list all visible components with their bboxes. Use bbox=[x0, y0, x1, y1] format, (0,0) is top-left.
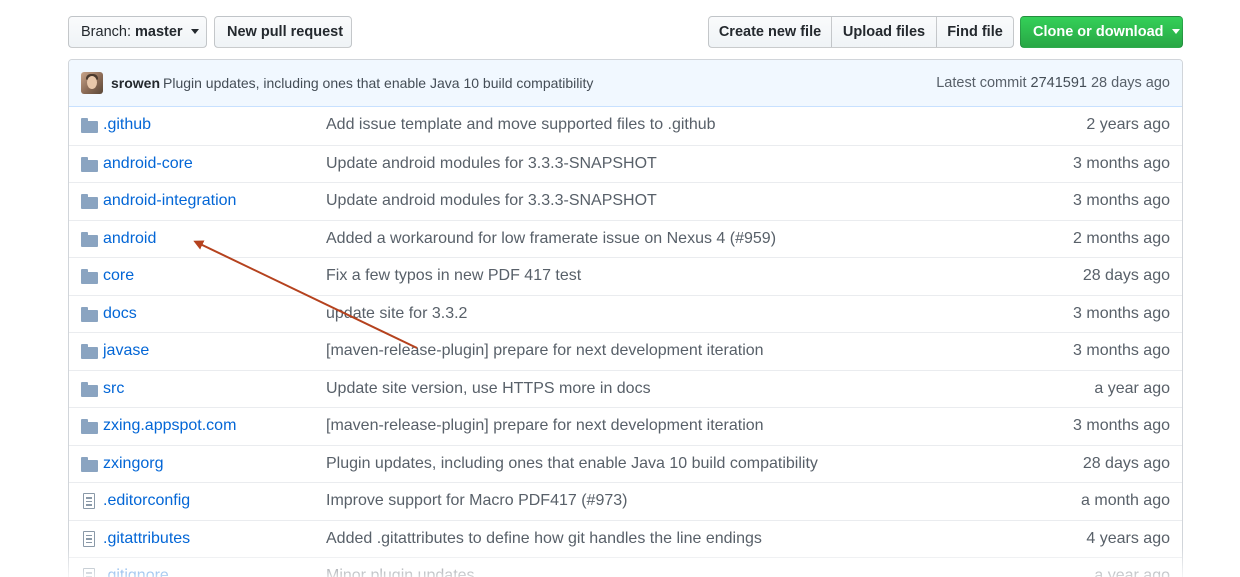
avatar[interactable] bbox=[81, 72, 103, 94]
find-file-button[interactable]: Find file bbox=[936, 16, 1014, 48]
commit-age: 28 days ago bbox=[1082, 454, 1170, 472]
folder-icon bbox=[81, 418, 98, 434]
file-row[interactable]: src Update site version, use HTTPS more i… bbox=[69, 369, 1182, 408]
bottom-fade bbox=[0, 547, 1240, 577]
new-pull-request-button[interactable]: New pull request bbox=[214, 16, 352, 48]
folder-icon bbox=[81, 156, 98, 172]
caret-down-icon bbox=[190, 28, 199, 34]
folder-icon bbox=[81, 268, 98, 284]
commit-message-link[interactable]: Added .gitattributes to define how git h… bbox=[326, 530, 762, 548]
folder-icon bbox=[81, 381, 98, 397]
commit-message-link[interactable]: Add issue template and move supported fi… bbox=[326, 116, 716, 134]
folder-icon bbox=[81, 456, 98, 472]
commit-message-link[interactable]: Update android modules for 3.3.3-SNAPSHO… bbox=[326, 192, 657, 210]
file-icon bbox=[81, 530, 98, 547]
file-row[interactable]: android Added a workaround for low framer… bbox=[69, 219, 1182, 258]
file-name-link[interactable]: docs bbox=[103, 305, 137, 323]
commit-age: 3 months ago bbox=[1073, 342, 1170, 359]
file-table: srowen Plugin updates, including ones th… bbox=[68, 59, 1183, 577]
file-row[interactable]: core Fix a few typos in new PDF 417 test 2… bbox=[69, 257, 1182, 295]
commit-age: 2 years ago bbox=[1086, 116, 1170, 133]
file-name-link[interactable]: zxing.appspot.com bbox=[103, 417, 236, 435]
commit-author-link[interactable]: srowen bbox=[111, 75, 160, 91]
latest-commit-bar: srowen Plugin updates, including ones th… bbox=[69, 60, 1182, 107]
file-row[interactable]: zxingorg Plugin updates, including ones t… bbox=[69, 444, 1182, 483]
commit-age: 2 months ago bbox=[1073, 229, 1170, 247]
upload-files-button[interactable]: Upload files bbox=[831, 16, 937, 48]
file-name-link[interactable]: zxingorg bbox=[103, 455, 163, 473]
commit-age: 28 days ago bbox=[1090, 75, 1170, 91]
file-name-link[interactable]: android-integration bbox=[103, 192, 236, 210]
file-list: .github Add issue template and move suppo… bbox=[69, 107, 1182, 577]
avatar-face bbox=[87, 76, 97, 89]
folder-icon bbox=[81, 193, 98, 209]
latest-commit-label: Latest commit bbox=[936, 75, 1027, 91]
file-row[interactable]: zxing.appspot.com [maven-release-plugin] … bbox=[69, 407, 1182, 445]
branch-prefix: Branch: bbox=[81, 24, 131, 40]
file-row[interactable]: .editorconfig Improve support for Macro P… bbox=[69, 482, 1182, 520]
folder-icon bbox=[81, 231, 98, 247]
commit-meta: Latest commit 2741591 28 days ago bbox=[936, 75, 1170, 91]
commit-message-link[interactable]: Plugin updates, including ones that enab… bbox=[163, 75, 593, 91]
commit-message-link[interactable]: Plugin updates, including ones that enab… bbox=[326, 455, 818, 473]
commit-age: a month ago bbox=[1081, 492, 1170, 509]
file-row[interactable]: android-core Update android modules for 3… bbox=[69, 144, 1182, 183]
file-actions-group: Create new file Upload files Find file bbox=[708, 16, 1014, 48]
folder-icon bbox=[81, 306, 98, 322]
file-row[interactable]: .github Add issue template and move suppo… bbox=[69, 107, 1182, 145]
commit-message-link[interactable]: Update site version, use HTTPS more in d… bbox=[326, 380, 651, 398]
commit-message-link[interactable]: Improve support for Macro PDF417 (#973) bbox=[326, 492, 627, 510]
clone-label: Clone or download bbox=[1033, 24, 1164, 40]
file-name-link[interactable]: core bbox=[103, 267, 134, 285]
clone-or-download-button[interactable]: Clone or download bbox=[1020, 16, 1183, 48]
file-name-link[interactable]: javase bbox=[103, 342, 149, 360]
commit-message-link[interactable]: [maven-release-plugin] prepare for next … bbox=[326, 417, 764, 435]
file-row[interactable]: android-integration Update android module… bbox=[69, 182, 1182, 220]
commit-sha-link[interactable]: 2741591 bbox=[1031, 75, 1087, 91]
repo-toolbar: Branch: master New pull request Create n… bbox=[68, 16, 1183, 48]
create-new-file-button[interactable]: Create new file bbox=[708, 16, 832, 48]
commit-message-link[interactable]: Added a workaround for low framerate iss… bbox=[326, 230, 776, 248]
commit-message-link[interactable]: Fix a few typos in new PDF 417 test bbox=[326, 267, 581, 285]
commit-age: a year ago bbox=[1094, 379, 1170, 397]
commit-age: 3 months ago bbox=[1073, 154, 1170, 172]
repo-file-browser: Branch: master New pull request Create n… bbox=[0, 0, 1240, 577]
folder-icon bbox=[81, 117, 98, 133]
commit-age: 3 months ago bbox=[1073, 304, 1170, 322]
file-name-link[interactable]: src bbox=[103, 380, 124, 398]
file-name-link[interactable]: android-core bbox=[103, 155, 193, 173]
commit-message-link[interactable]: Update android modules for 3.3.3-SNAPSHO… bbox=[326, 155, 657, 173]
commit-age: 3 months ago bbox=[1073, 192, 1170, 209]
file-name-link[interactable]: .editorconfig bbox=[103, 492, 190, 510]
commit-age: 3 months ago bbox=[1073, 417, 1170, 434]
commit-message-link[interactable]: update site for 3.3.2 bbox=[326, 305, 467, 323]
commit-age: 4 years ago bbox=[1086, 529, 1170, 547]
file-name-link[interactable]: android bbox=[103, 230, 156, 248]
branch-name: master bbox=[135, 24, 183, 40]
file-row[interactable]: javase [maven-release-plugin] prepare for… bbox=[69, 332, 1182, 370]
commit-age: 28 days ago bbox=[1082, 267, 1170, 284]
branch-select-button[interactable]: Branch: master bbox=[68, 16, 207, 48]
file-row[interactable]: docs update site for 3.3.2 3 months ago bbox=[69, 294, 1182, 333]
file-icon bbox=[81, 493, 98, 509]
file-name-link[interactable]: .github bbox=[103, 116, 151, 134]
caret-down-icon bbox=[1171, 28, 1180, 34]
file-name-link[interactable]: .gitattributes bbox=[103, 530, 190, 548]
folder-icon bbox=[81, 343, 98, 359]
commit-message-link[interactable]: [maven-release-plugin] prepare for next … bbox=[326, 342, 764, 360]
